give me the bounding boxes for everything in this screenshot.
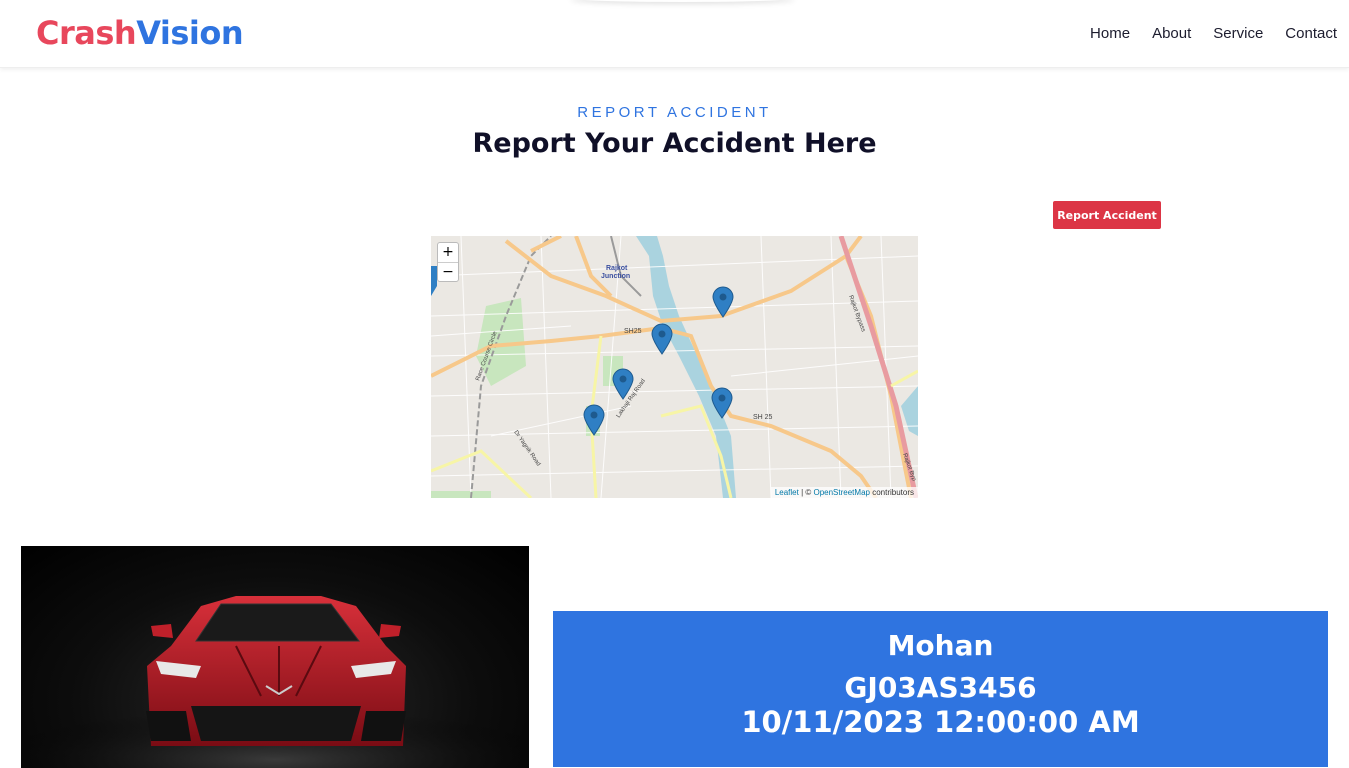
- zoom-out-button[interactable]: −: [438, 262, 458, 281]
- nav-service[interactable]: Service: [1213, 25, 1263, 42]
- svg-text:SH25: SH25: [624, 328, 642, 335]
- page-title: Report Your Accident Here: [472, 128, 877, 159]
- site-logo[interactable]: CrashVision: [36, 14, 244, 52]
- accident-map[interactable]: Rajkot Junction SH25 SH 25 Rajkot Bypass…: [431, 236, 918, 498]
- attribution-separator: | ©: [798, 488, 814, 497]
- attribution-suffix: contributors: [869, 488, 914, 497]
- nav-about[interactable]: About: [1152, 25, 1191, 42]
- map-pin-icon[interactable]: [711, 387, 733, 419]
- nav-contact[interactable]: Contact: [1285, 25, 1337, 42]
- map-tiles: Rajkot Junction SH25 SH 25 Rajkot Bypass…: [431, 236, 918, 498]
- leaflet-link[interactable]: Leaflet: [775, 488, 799, 497]
- svg-text:Junction: Junction: [601, 273, 630, 280]
- map-attribution: Leaflet | © OpenStreetMap contributors: [770, 487, 918, 498]
- map-pin-icon[interactable]: [712, 286, 734, 318]
- svg-text:Rajkot: Rajkot: [606, 265, 628, 272]
- report-accident-button[interactable]: Report Accident: [1053, 201, 1161, 229]
- map-pin-icon[interactable]: [583, 404, 605, 436]
- top-shadow-decoration: [570, 0, 795, 2]
- map-pin-icon[interactable]: [651, 323, 673, 355]
- accident-datetime: 10/11/2023 12:00:00 AM: [741, 705, 1140, 739]
- main-nav: Home About Service Contact: [1068, 25, 1337, 42]
- logo-part-vision: Vision: [136, 14, 244, 52]
- logo-part-crash: Crash: [36, 14, 137, 52]
- section-eyebrow: REPORT ACCIDENT: [577, 104, 772, 121]
- zoom-control: + −: [437, 242, 459, 282]
- nav-home[interactable]: Home: [1090, 25, 1130, 42]
- vehicle-number: GJ03AS3456: [844, 671, 1037, 704]
- osm-link[interactable]: OpenStreetMap: [813, 488, 869, 497]
- car-image: [21, 546, 529, 768]
- site-header: CrashVision Home About Service Contact: [0, 0, 1349, 68]
- reporter-name: Mohan: [887, 629, 994, 662]
- accident-info-card: Mohan GJ03AS3456 10/11/2023 12:00:00 AM: [553, 611, 1328, 767]
- zoom-in-button[interactable]: +: [438, 243, 458, 262]
- svg-text:SH 25: SH 25: [753, 414, 773, 421]
- red-sports-car-illustration: [21, 596, 529, 768]
- map-pin-icon[interactable]: [612, 368, 634, 400]
